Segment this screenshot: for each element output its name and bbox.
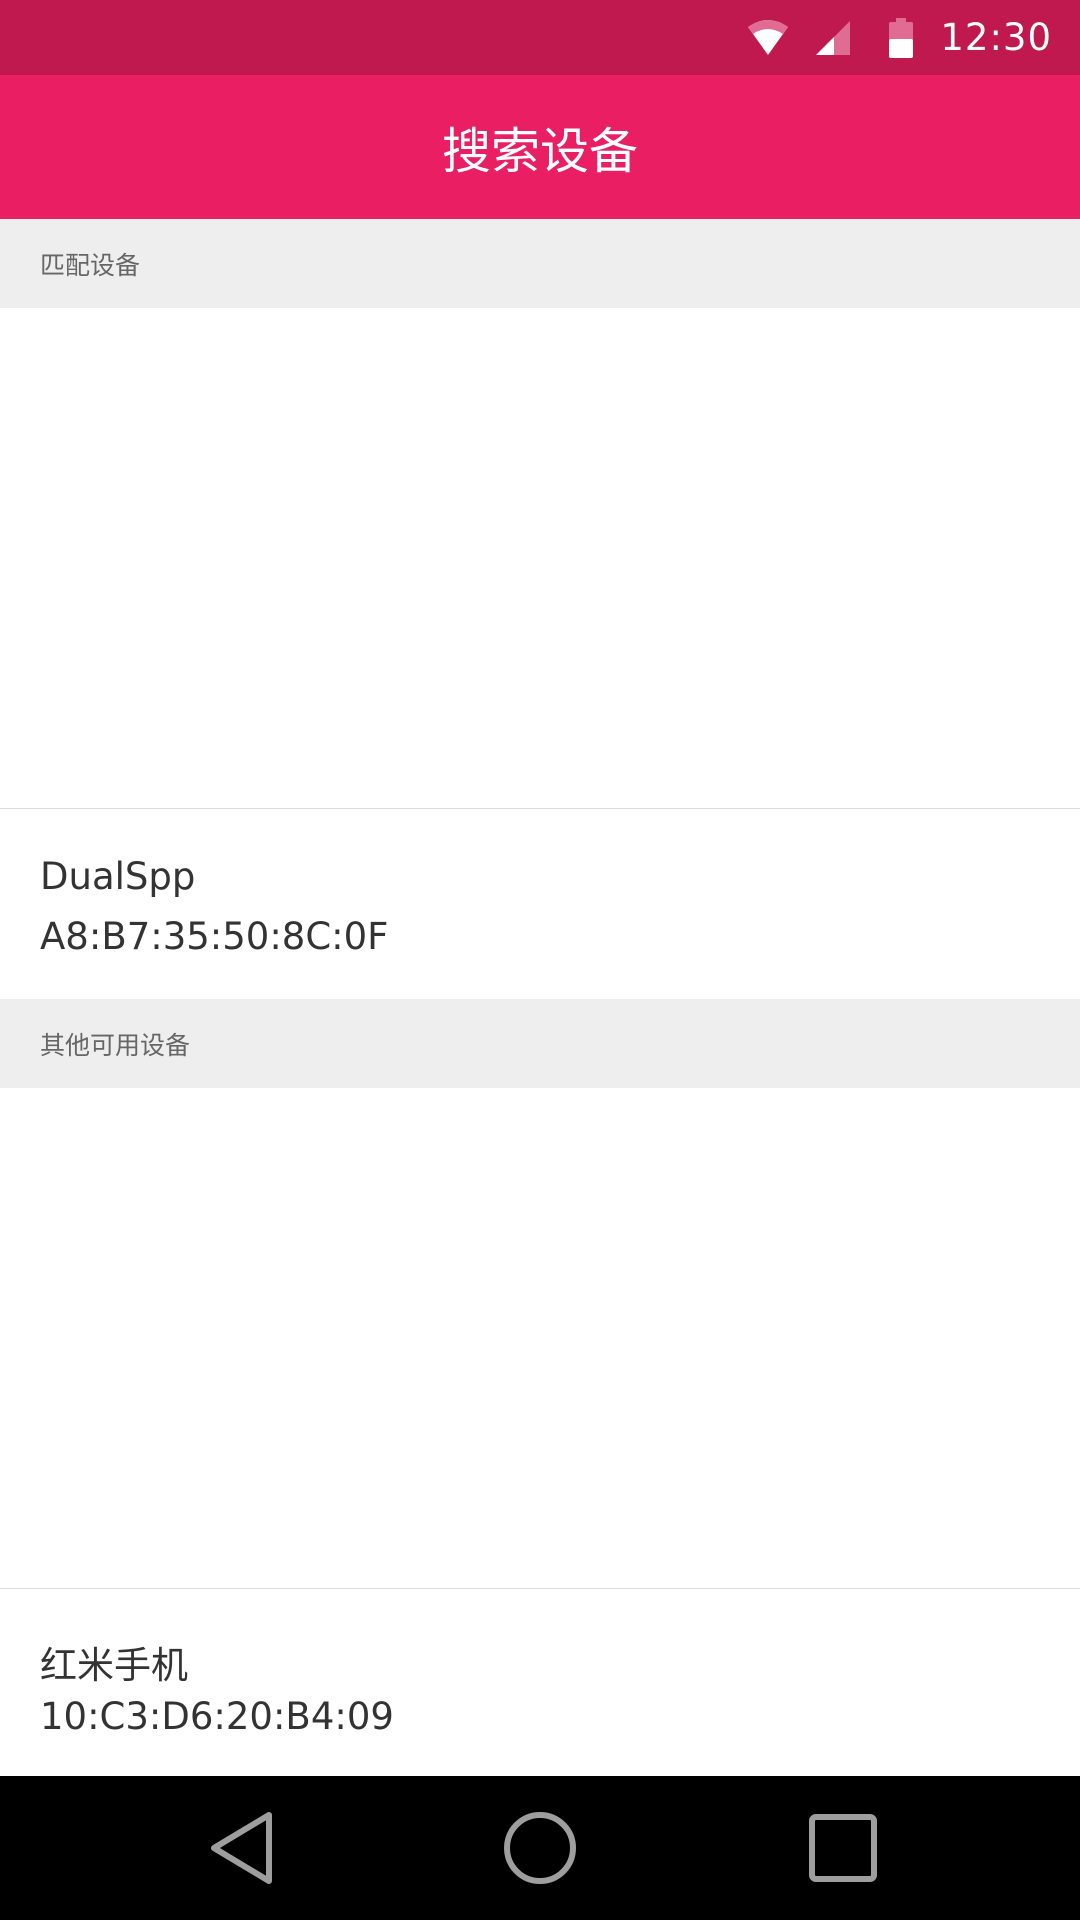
page-title: 搜索设备 [441,122,638,180]
device-address: 10:C3:D6:20:B4:09 [40,1695,394,1738]
device-name: 红米手机 [40,1644,188,1687]
screen: 12:30 搜索设备 匹配设备 DualSpp A8:B7:35:50:8C:0… [0,0,1080,1920]
section-header-label: 匹配设备 [40,250,141,280]
status-icons: 12:30 [746,0,1080,75]
device-address: A8:B7:35:50:8C:0F [40,915,389,958]
recents-button[interactable] [783,1776,903,1920]
device-name: DualSpp [40,855,196,898]
status-time: 12:30 [940,16,1052,59]
section-header-paired: 匹配设备 [0,219,1080,308]
device-list-item[interactable]: DualSpp A8:B7:35:50:8C:0F [0,809,1080,999]
section-header-label: 其他可用设备 [40,1030,191,1060]
section-header-available: 其他可用设备 [0,999,1080,1088]
recents-icon [809,1814,877,1882]
available-list-area [0,1088,1080,1589]
app-bar: 搜索设备 [0,75,1080,219]
back-icon [211,1812,272,1884]
navigation-bar [0,1776,1080,1920]
cell-signal-icon [814,19,852,57]
home-button[interactable] [480,1776,600,1920]
wifi-icon [746,19,790,57]
back-button[interactable] [181,1776,301,1920]
device-list-item[interactable]: 红米手机 10:C3:D6:20:B4:09 [0,1589,1080,1776]
paired-list-area [0,308,1080,809]
home-icon [504,1812,576,1884]
status-bar: 12:30 [0,0,1080,75]
battery-icon [888,17,914,58]
